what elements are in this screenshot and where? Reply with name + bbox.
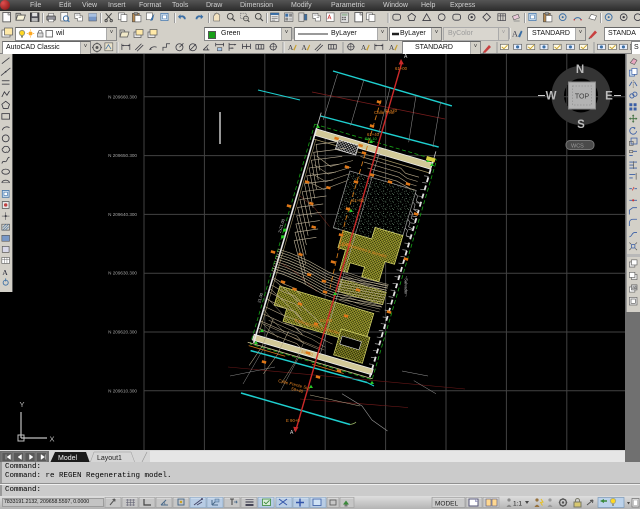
svg-text:A: A — [512, 30, 518, 39]
svg-text:N 209620.300: N 209620.300 — [108, 330, 137, 335]
svg-text:N 209650.300: N 209650.300 — [108, 153, 137, 158]
svg-text:A: A — [2, 268, 8, 277]
svg-text:A: A — [301, 43, 307, 52]
svg-text:Model: Model — [58, 455, 78, 462]
svg-text:N 209660.300: N 209660.300 — [108, 94, 137, 99]
svg-text:S: S — [577, 119, 585, 131]
svg-text:Layout1: Layout1 — [97, 455, 122, 462]
svg-text:N 209630.300: N 209630.300 — [108, 271, 137, 276]
svg-text:MODEL: MODEL — [435, 501, 459, 508]
svg-text:A: A — [404, 54, 408, 60]
svg-text:~Salvador~: ~Salvador~ — [404, 276, 409, 298]
svg-text:A: A — [361, 43, 367, 52]
svg-text:62+00: 62+00 — [320, 318, 333, 323]
svg-text:1:1: 1:1 — [513, 501, 522, 508]
svg-text:Calle Pelé: Calle Pelé — [374, 110, 395, 115]
svg-text:W: W — [546, 91, 557, 103]
svg-text:Y: Y — [19, 400, 24, 409]
svg-text:A´: A´ — [290, 430, 295, 436]
svg-text:N 209640.300: N 209640.300 — [108, 212, 137, 217]
svg-text:A: A — [389, 43, 395, 52]
svg-text:ab: ab — [632, 285, 637, 290]
svg-text:TOP: TOP — [575, 94, 590, 101]
svg-text:A: A — [288, 43, 294, 52]
svg-text:N 209610.300: N 209610.300 — [108, 388, 137, 393]
svg-text:61+60: 61+60 — [352, 198, 365, 203]
svg-text:E 90+0: E 90+0 — [286, 418, 300, 423]
svg-text:X: X — [49, 435, 54, 444]
svg-text:61+80: 61+80 — [339, 242, 352, 247]
svg-text:WCS: WCS — [571, 144, 584, 150]
svg-text:E: E — [605, 91, 613, 103]
svg-text:N: N — [576, 64, 584, 76]
svg-text:61+00: 61+00 — [395, 66, 408, 71]
